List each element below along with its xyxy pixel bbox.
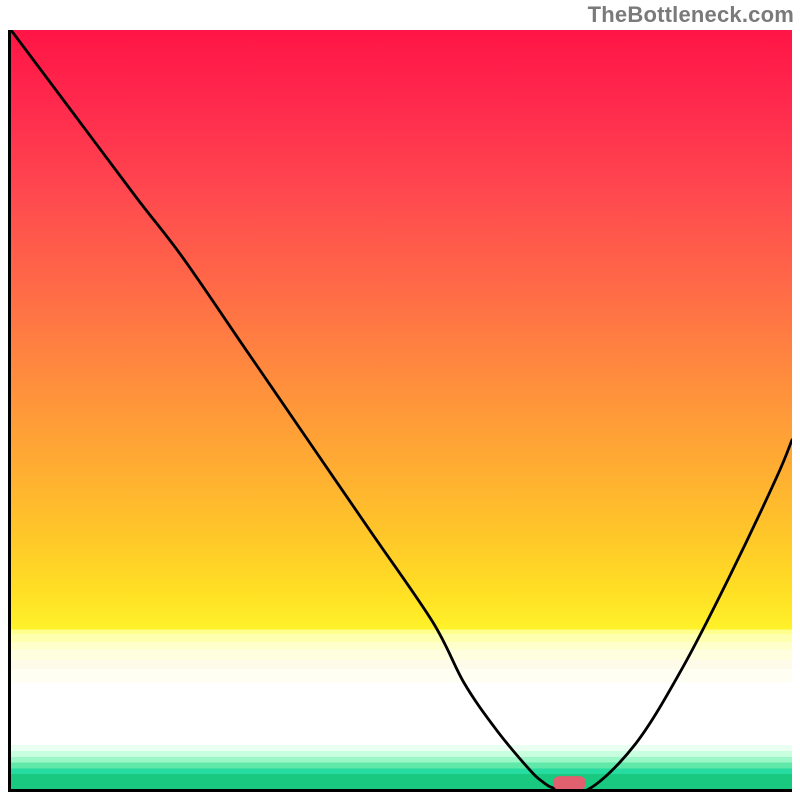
bottleneck-curve bbox=[11, 30, 792, 789]
curve-layer bbox=[11, 30, 792, 789]
watermark-text: TheBottleneck.com bbox=[588, 2, 794, 28]
plot-area bbox=[8, 30, 792, 792]
optimal-point-marker bbox=[553, 776, 586, 789]
chart-container: TheBottleneck.com bbox=[0, 0, 800, 800]
